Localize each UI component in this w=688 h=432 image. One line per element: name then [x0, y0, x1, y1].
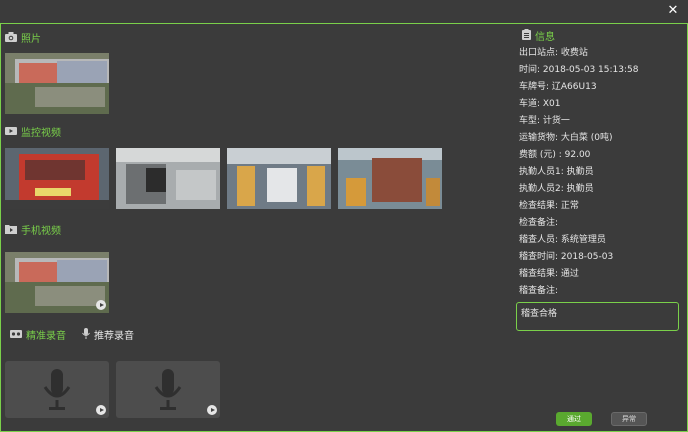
audio-clip-card-2[interactable] — [116, 361, 220, 418]
info-exit-station: 出口站点: 收费站 — [519, 48, 588, 58]
info-fee: 费额 (元) : 92.00 — [519, 150, 591, 160]
info-vehicle-type: 车型: 计货一 — [519, 116, 570, 126]
monitor-video-thumbnail-2[interactable] — [116, 148, 220, 209]
play-icon[interactable] — [207, 405, 217, 415]
phone-video-section-header: 手机视频 — [5, 221, 61, 237]
photo-section-title: 照片 — [21, 33, 41, 45]
info-audit-time: 稽查时间: 2018-05-03 — [519, 252, 614, 262]
info-audit-result: 稽查结果: 通过 — [519, 269, 579, 279]
audio-clip-card-1[interactable] — [5, 361, 109, 418]
microphone-icon — [154, 369, 182, 415]
folder-video-icon — [5, 224, 17, 234]
info-plate-number: 车牌号: 辽A66U13 — [519, 82, 597, 92]
info-cargo: 运输货物: 大白菜 (0吨) — [519, 133, 613, 143]
info-lane: 车道: X01 — [519, 99, 561, 109]
info-list: 出口站点: 收费站 时间: 2018-05-03 15:13:58 车牌号: 辽… — [519, 45, 679, 300]
recorder-icon — [10, 329, 22, 341]
video-icon — [5, 126, 17, 136]
phone-video-section-title: 手机视频 — [21, 225, 61, 237]
play-icon[interactable] — [96, 300, 106, 310]
info-section-title: 信息 — [535, 32, 555, 43]
tab-precise-recording-label: 精准录音 — [26, 331, 66, 342]
monitor-video-thumbnail-4[interactable] — [338, 148, 442, 209]
photo-thumbnail[interactable] — [5, 53, 109, 114]
title-bar: ✕ — [0, 0, 688, 24]
abnormal-button[interactable]: 异常 — [611, 412, 647, 426]
play-icon[interactable] — [96, 405, 106, 415]
info-check-result: 检查结果: 正常 — [519, 201, 579, 211]
monitor-video-thumbnail-3[interactable] — [227, 148, 331, 209]
info-check-remark: 检查备注: — [519, 218, 559, 228]
info-time: 时间: 2018-05-03 15:13:58 — [519, 65, 639, 75]
monitor-video-section-header: 监控视频 — [5, 123, 61, 139]
pass-button[interactable]: 通过 — [556, 412, 592, 426]
info-audit-staff: 稽查人员: 系统管理员 — [519, 235, 606, 245]
info-audit-remark-label: 稽查备注: — [519, 286, 559, 296]
monitor-video-section-title: 监控视频 — [21, 127, 61, 139]
info-duty-staff-1: 执勤人员1: 执勤员 — [519, 167, 594, 177]
monitor-video-thumbnail-1[interactable] — [5, 148, 109, 209]
camera-icon — [5, 32, 17, 42]
audio-tabs: 精准录音 推荐录音 — [10, 327, 134, 342]
close-icon[interactable]: ✕ — [666, 4, 680, 18]
microphone-icon — [43, 369, 71, 415]
photo-section-header: 照片 — [5, 29, 41, 45]
info-section-header: 信息 — [522, 28, 555, 43]
microphone-icon — [82, 327, 90, 342]
info-duty-staff-2: 执勤人员2: 执勤员 — [519, 184, 594, 194]
phone-video-thumbnail[interactable] — [5, 252, 109, 313]
document-icon — [522, 28, 531, 43]
tab-precise-recording[interactable]: 精准录音 — [10, 327, 66, 342]
tab-recommended-recording[interactable]: 推荐录音 — [82, 327, 134, 342]
tab-recommended-recording-label: 推荐录音 — [94, 331, 134, 342]
audit-remark-field[interactable]: 稽查合格 — [516, 302, 679, 331]
